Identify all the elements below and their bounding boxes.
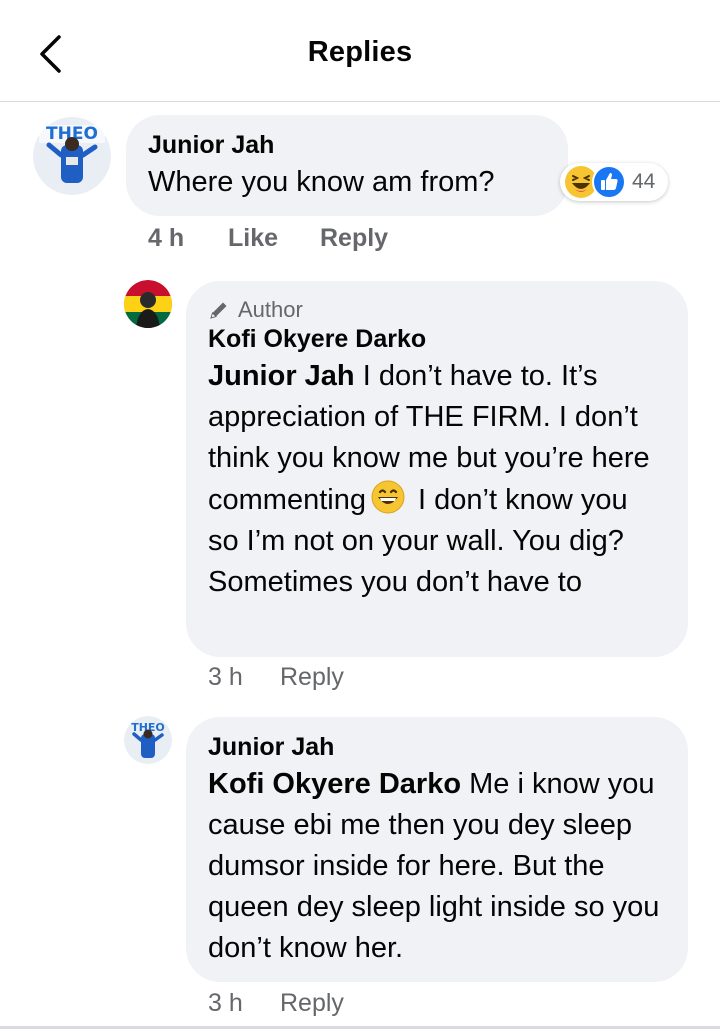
reply-button[interactable]: Reply — [320, 224, 388, 253]
comment-author[interactable]: Junior Jah — [148, 131, 546, 160]
comment-meta: 3 h Reply — [208, 989, 344, 1018]
pencil-icon — [210, 302, 227, 319]
reply-bubble: Author Kofi Okyere Darko Junior Jah I do… — [186, 281, 688, 657]
header-bar: Replies — [0, 0, 720, 102]
grinning-emoji-icon — [371, 480, 405, 514]
author-badge-label: Author — [238, 297, 303, 322]
comment-bubble: Junior Jah Where you know am from? — [126, 115, 568, 216]
like-icon — [592, 165, 626, 199]
avatar[interactable]: THEO — [33, 117, 111, 195]
comment-text: Junior Jah I don’t have to. It’s appreci… — [208, 356, 664, 603]
reaction-summary[interactable]: 44 — [560, 163, 668, 201]
page-title: Replies — [307, 36, 413, 68]
comment-meta: 3 h Reply — [208, 663, 344, 692]
avatar[interactable] — [124, 280, 172, 328]
avatar[interactable]: THEO — [124, 716, 172, 764]
reaction-count: 44 — [632, 170, 656, 193]
mention-tag[interactable]: Junior Jah — [208, 360, 355, 392]
comment-text: Where you know am from? — [148, 166, 495, 198]
comment-author[interactable]: Kofi Okyere Darko — [208, 325, 664, 354]
comment-author[interactable]: Junior Jah — [208, 733, 664, 762]
reply-bubble: Junior Jah Kofi Okyere Darko Me i know y… — [186, 717, 688, 982]
author-badge: Author — [208, 297, 664, 323]
mention-tag[interactable]: Kofi Okyere Darko — [208, 768, 461, 800]
reply-button[interactable]: Reply — [280, 989, 344, 1018]
comment-time: 3 h — [208, 663, 243, 691]
comment-time: 3 h — [208, 989, 243, 1017]
like-button[interactable]: Like — [228, 224, 320, 253]
comment-meta: 4 h Like Reply — [148, 224, 388, 253]
reply-button[interactable]: Reply — [280, 663, 344, 692]
comment-time: 4 h — [148, 224, 185, 252]
comment-text: Kofi Okyere Darko Me i know you cause eb… — [208, 764, 664, 969]
